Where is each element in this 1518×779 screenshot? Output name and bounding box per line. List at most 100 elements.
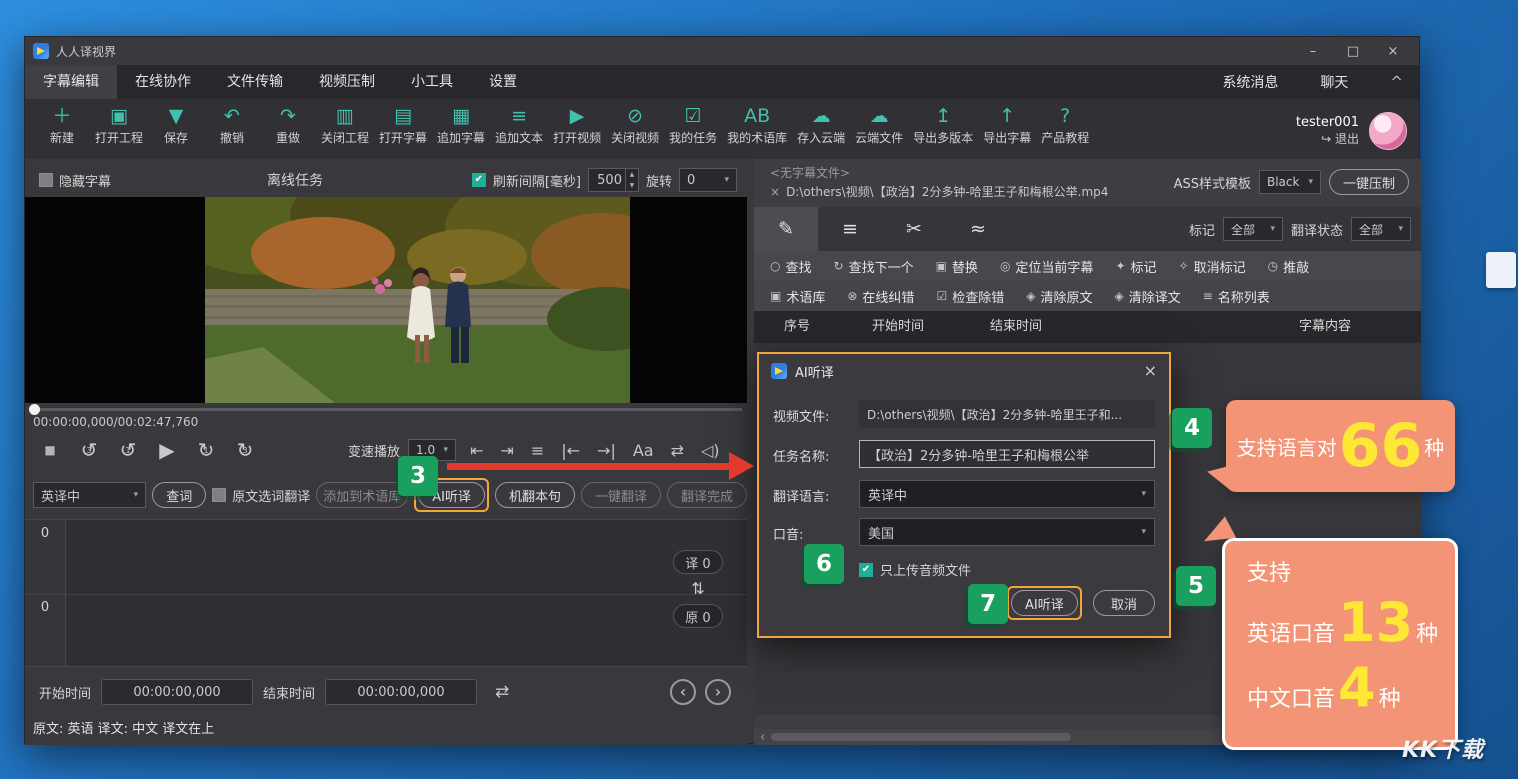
- mt-sentence-button[interactable]: 机翻本句: [495, 482, 575, 508]
- collapse-toolbar-icon[interactable]: ^: [1390, 73, 1403, 91]
- spin-up-icon[interactable]: ▲: [626, 169, 638, 180]
- seek-track[interactable]: [30, 408, 742, 411]
- toolbar-append-subtitle[interactable]: ▦追加字幕: [433, 103, 489, 159]
- dialog-close-icon[interactable]: ×: [1144, 363, 1157, 379]
- logout-button[interactable]: ↪ 退出: [1296, 132, 1359, 148]
- player-seek-forward-3-button[interactable]: ↻3: [234, 438, 256, 462]
- loop-icon[interactable]: ⇄: [495, 682, 509, 702]
- close-file-icon[interactable]: ×: [770, 185, 780, 199]
- hide-subtitle-checkbox[interactable]: [39, 173, 53, 187]
- scroll-left-icon[interactable]: ‹: [754, 731, 771, 744]
- action-unmark[interactable]: ✧取消标记: [1179, 257, 1246, 276]
- mark-filter-select[interactable]: 全部 ▾: [1223, 217, 1283, 241]
- action-name-list[interactable]: ≡名称列表: [1203, 287, 1270, 306]
- snap-end-icon[interactable]: →|: [597, 441, 616, 460]
- action-online-correct[interactable]: ⊗在线纠错: [847, 287, 914, 306]
- offline-task-label[interactable]: 离线任务: [267, 170, 323, 190]
- toolbar-open-subtitle[interactable]: ▤打开字幕: [375, 103, 431, 159]
- dialog-ai-button[interactable]: AI听译: [1011, 590, 1078, 616]
- toolbar-redo[interactable]: ↷重做: [261, 103, 315, 159]
- toolbar-my-glossary[interactable]: AB我的术语库: [723, 103, 791, 159]
- spin-down-icon[interactable]: ▼: [626, 180, 638, 191]
- accent-select[interactable]: 美国 ▾: [859, 518, 1155, 546]
- start-time-input[interactable]: 00:00:00,000: [101, 679, 253, 705]
- video-area[interactable]: [25, 197, 747, 403]
- translate-done-button[interactable]: 翻译完成: [667, 482, 747, 508]
- action-polish[interactable]: ◷推敲: [1268, 257, 1310, 276]
- seek-bar[interactable]: [25, 403, 747, 415]
- subtitle-edit-area[interactable]: 00 译 0 ⇅ 原 0: [25, 519, 747, 667]
- one-key-translate-button[interactable]: 一键翻译: [581, 482, 661, 508]
- action-check-error[interactable]: ☑检查除错: [936, 287, 1004, 306]
- merge-prev-icon[interactable]: ⇤: [470, 441, 483, 460]
- add-to-glossary-button[interactable]: 添加到术语库: [316, 482, 408, 508]
- dialog-title-bar[interactable]: AI听译 ×: [759, 354, 1169, 388]
- menu-item-1[interactable]: 字幕编辑: [25, 65, 117, 99]
- toolbar-cloud-files[interactable]: ☁云端文件: [851, 103, 907, 159]
- swap-rows-icon[interactable]: ⇅: [691, 581, 704, 597]
- tab-wave[interactable]: ≈: [946, 207, 1010, 251]
- refresh-interval-checkbox[interactable]: ✔: [472, 173, 486, 187]
- dialog-cancel-button[interactable]: 取消: [1093, 590, 1155, 616]
- scroll-thumb[interactable]: [771, 733, 1071, 741]
- tab-list[interactable]: ≡: [818, 207, 882, 251]
- select-word-translate-checkbox[interactable]: [212, 488, 226, 502]
- refresh-interval-input[interactable]: 500 ▲ ▼: [588, 168, 639, 192]
- action-locate-current[interactable]: ◎定位当前字幕: [1000, 257, 1094, 276]
- next-subtitle-button[interactable]: ›: [705, 679, 731, 705]
- desktop-icon[interactable]: [1486, 252, 1516, 288]
- end-time-input[interactable]: 00:00:00,000: [325, 679, 477, 705]
- tab-edit-pencil[interactable]: ✎: [754, 207, 818, 251]
- seek-handle[interactable]: [29, 404, 40, 415]
- toolbar-export-subtitle[interactable]: ↑导出字幕: [979, 103, 1035, 159]
- swap-lines-icon[interactable]: ⇄: [671, 441, 684, 460]
- prev-subtitle-button[interactable]: ‹: [670, 679, 696, 705]
- menu-item-6[interactable]: 设置: [471, 65, 535, 99]
- direction-select[interactable]: 英译中 ▾: [33, 482, 146, 508]
- merge-next-icon[interactable]: ⇥: [500, 441, 513, 460]
- menu-item-2[interactable]: 在线协作: [117, 65, 209, 99]
- toolbar-close-project[interactable]: ▥关闭工程: [317, 103, 373, 159]
- volume-icon[interactable]: ◁): [701, 441, 720, 460]
- audio-only-checkbox[interactable]: ✔: [859, 563, 873, 577]
- toolbar-close-video[interactable]: ⊘关闭视频: [607, 103, 663, 159]
- avatar[interactable]: [1369, 112, 1407, 150]
- menu-item-3[interactable]: 文件传输: [209, 65, 301, 99]
- action-clear-source[interactable]: ◈清除原文: [1026, 287, 1092, 306]
- toolbar-undo[interactable]: ↶撤销: [205, 103, 259, 159]
- toolbar-my-tasks[interactable]: ☑我的任务: [665, 103, 721, 159]
- close-button[interactable]: ×: [1375, 40, 1411, 62]
- menu-item-5[interactable]: 小工具: [393, 65, 471, 99]
- ass-template-select[interactable]: Black ▾: [1259, 170, 1321, 194]
- system-message-menu[interactable]: 系统消息: [1222, 72, 1278, 92]
- player-stop-button[interactable]: ■: [39, 438, 61, 462]
- action-find-next[interactable]: ↻查找下一个: [834, 257, 914, 276]
- translate-status-select[interactable]: 全部 ▾: [1351, 217, 1411, 241]
- language-select[interactable]: 英译中 ▾: [859, 480, 1155, 508]
- player-seek-forward-1-button[interactable]: ↻1: [195, 438, 217, 462]
- toolbar-save-to-cloud[interactable]: ☁存入云端: [793, 103, 849, 159]
- player-seek-back-3-button[interactable]: ↺3: [78, 438, 100, 462]
- one-key-press-button[interactable]: 一键压制: [1329, 169, 1409, 195]
- chat-menu[interactable]: 聊天: [1320, 72, 1348, 92]
- title-bar[interactable]: 人人译视界 – □ ×: [25, 37, 1419, 65]
- toolbar-append-text[interactable]: ≡追加文本: [491, 103, 547, 159]
- toolbar-open-video[interactable]: ▶打开视频: [549, 103, 605, 159]
- action-replace[interactable]: ▣替换: [936, 257, 978, 276]
- font-size-icon[interactable]: Aa: [633, 441, 654, 460]
- toolbar-tutorial[interactable]: ?产品教程: [1037, 103, 1093, 159]
- player-play-button[interactable]: ▶: [156, 438, 178, 462]
- player-seek-back-1-button[interactable]: ↺1: [117, 438, 139, 462]
- rotate-select[interactable]: 0 ▾: [679, 168, 737, 192]
- minimize-button[interactable]: –: [1295, 40, 1331, 62]
- action-mark[interactable]: ✦标记: [1115, 257, 1156, 276]
- toolbar-export-multi[interactable]: ↥导出多版本: [909, 103, 977, 159]
- align-subtitle-icon[interactable]: ≡: [531, 441, 544, 460]
- tab-tools[interactable]: ✂: [882, 207, 946, 251]
- lookup-button[interactable]: 查词: [152, 482, 206, 508]
- action-clear-translation[interactable]: ◈清除译文: [1114, 287, 1180, 306]
- action-search[interactable]: ○查找: [770, 257, 812, 276]
- menu-item-4[interactable]: 视频压制: [301, 65, 393, 99]
- toolbar-open-project[interactable]: ▣打开工程: [91, 103, 147, 159]
- spinner[interactable]: ▲ ▼: [625, 169, 638, 191]
